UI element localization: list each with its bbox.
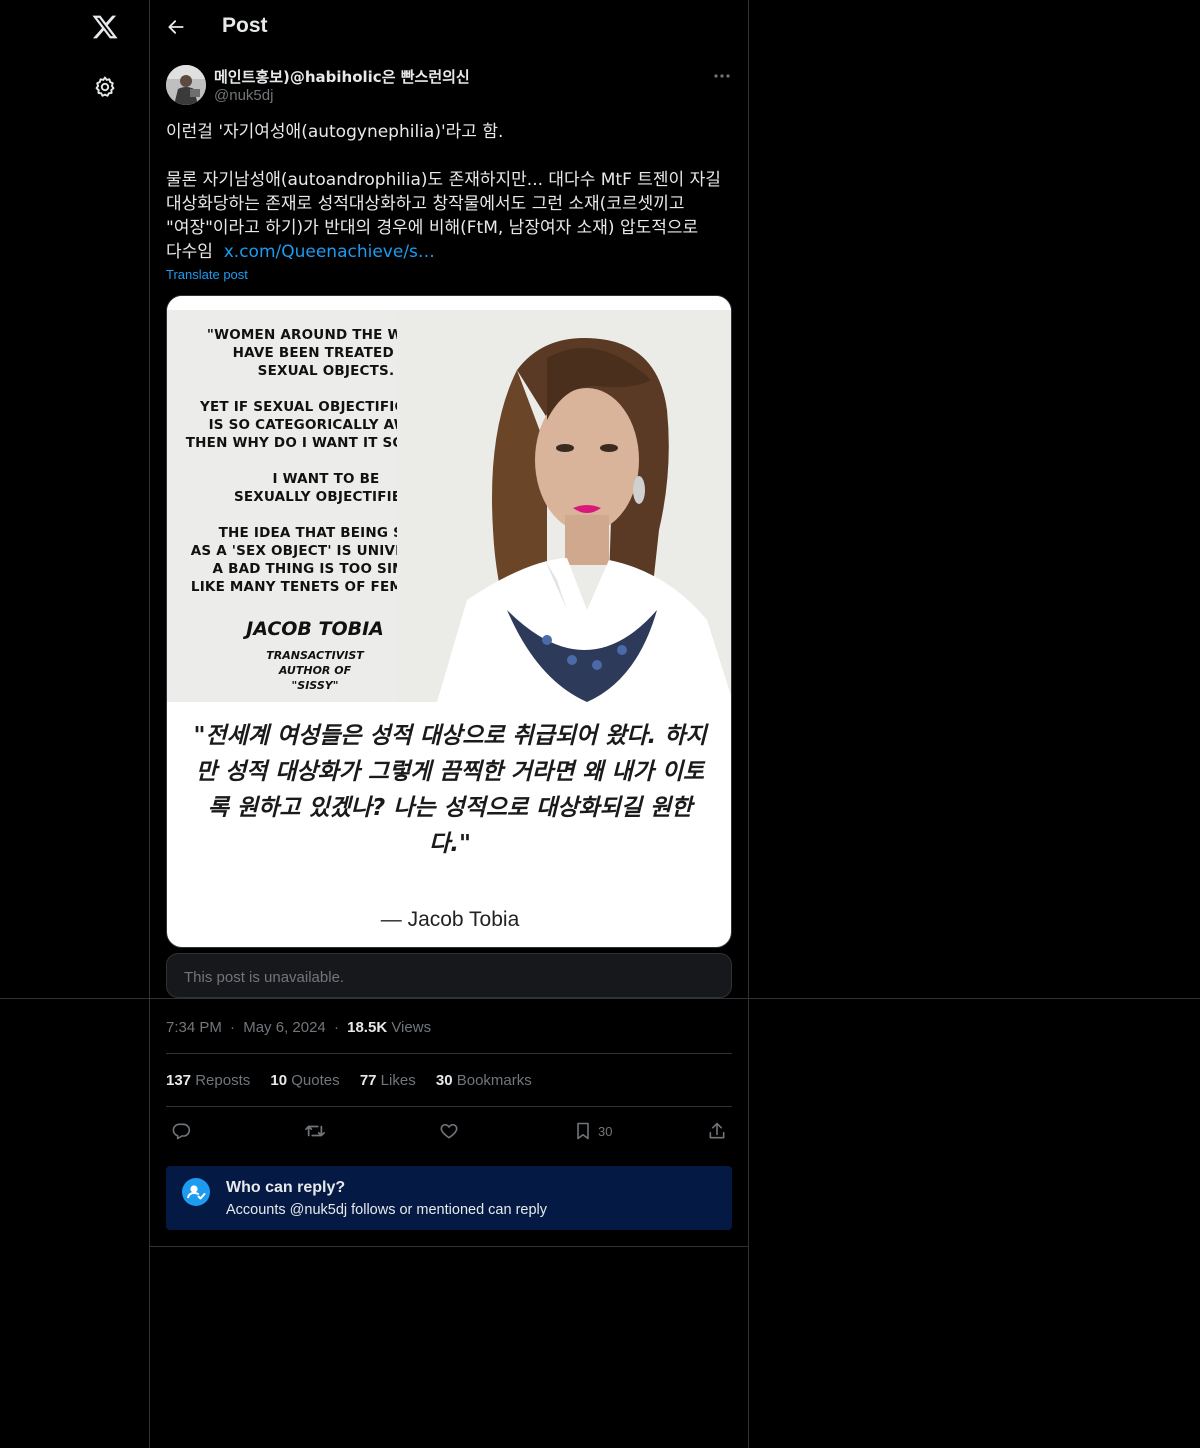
page-title: Post: [222, 14, 268, 37]
avatar[interactable]: [166, 65, 206, 105]
post-text-line: 물론 자기남성애(autoandrophilia)도 존재하지만... 대다수 …: [166, 170, 721, 190]
right-column-divider: [748, 0, 749, 1448]
portrait-photo: [397, 310, 731, 702]
reply-icon[interactable]: [171, 1121, 191, 1141]
post-text: 이런걸 '자기여성애(autogynephilia)'라고 함. 물론 자기남성…: [166, 120, 736, 264]
meta-divider: [166, 1053, 732, 1054]
back-arrow-icon[interactable]: [166, 17, 186, 37]
author-display-name[interactable]: 메인트홍보)@habiholic은 빤스런의신: [214, 66, 470, 87]
views-count: 18.5K: [347, 1019, 388, 1036]
korean-quote-line: 만 성적 대상화가 그렇게 끔찍한 거라면 왜 내가 이토: [195, 759, 705, 785]
quote-author-name: JACOB TOBIA: [246, 618, 384, 640]
meta-separator: ·: [333, 1019, 339, 1036]
quotes-label: Quotes: [291, 1072, 340, 1089]
post-text-line: 대상화당하는 존재로 성적대상화하고 창작물에서도 그런 소재(코르셋끼고: [166, 194, 685, 214]
meta-separator: ·: [230, 1019, 236, 1036]
reposts-stat[interactable]: 137 Reposts: [166, 1072, 250, 1089]
post-date[interactable]: May 6, 2024: [243, 1019, 326, 1036]
quote-author-sub-line: AUTHOR OF: [278, 664, 352, 677]
bookmarks-label: Bookmarks: [456, 1072, 532, 1089]
bookmark-count: 30: [598, 1124, 613, 1139]
korean-quote-line: 다.": [429, 831, 471, 857]
who-can-reply-title: Who can reply?: [226, 1179, 346, 1196]
share-icon[interactable]: [707, 1121, 727, 1141]
views-label: Views: [391, 1019, 432, 1036]
x-logo-icon[interactable]: [91, 13, 119, 41]
likes-label: Likes: [380, 1072, 416, 1089]
post-text-line: 이런걸 '자기여성애(autogynephilia)'라고 함.: [166, 122, 504, 142]
post-link[interactable]: x.com/Queenachieve/s…: [224, 242, 435, 262]
reposts-count: 137: [166, 1072, 192, 1089]
image-top-margin: [167, 296, 731, 310]
quote-author-sub: TRANSACTIVIST AUTHOR OF "SISSY": [225, 648, 405, 693]
who-can-reply-box: Who can reply? Accounts @nuk5dj follows …: [166, 1166, 732, 1230]
reposts-label: Reposts: [195, 1072, 251, 1089]
like-icon[interactable]: [439, 1121, 459, 1141]
quotes-stat[interactable]: 10 Quotes: [270, 1072, 339, 1089]
post-meta: 7:34 PM · May 6, 2024 · 18.5K Views: [166, 1019, 431, 1036]
left-column-divider: [149, 0, 150, 1448]
more-icon[interactable]: [712, 66, 732, 86]
post-bottom-divider: [150, 1246, 748, 1247]
bookmarks-count: 30: [435, 1072, 453, 1089]
korean-quote-block: "전세계 여성들은 성적 대상으로 취급되어 왔다. 하지만 성적 대상화가 그…: [167, 716, 731, 876]
post-text-last-prefix: 다수임: [166, 242, 213, 262]
korean-quote-line: "전세계 여성들은 성적 대상으로 취급되어 왔다. 하지: [193, 723, 707, 749]
likes-stat[interactable]: 77 Likes: [360, 1072, 416, 1089]
translate-post-link[interactable]: Translate post: [166, 267, 248, 282]
quote-attribution: — Jacob Tobia: [380, 908, 520, 931]
quotes-count: 10: [270, 1072, 288, 1089]
bookmark-icon[interactable]: [573, 1121, 593, 1141]
stats-divider: [166, 1106, 732, 1107]
quote-author-sub-line: TRANSACTIVIST: [266, 649, 364, 662]
viewport-divider: [0, 998, 1200, 999]
who-can-reply-body: Accounts @nuk5dj follows or mentioned ca…: [226, 1202, 547, 1218]
repost-icon[interactable]: [304, 1121, 326, 1141]
settings-gear-icon[interactable]: [93, 75, 117, 99]
bookmarks-stat[interactable]: 30 Bookmarks: [436, 1072, 532, 1089]
post-text-last-line: 다수임 x.com/Queenachieve/s…: [166, 240, 736, 264]
quote-author-sub-line: "SISSY": [291, 679, 339, 692]
unavailable-text: This post is unavailable.: [184, 969, 345, 986]
korean-quote-line: 록 원하고 있겠나? 나는 성적으로 대상화되길 원한: [207, 795, 693, 821]
engagement-stats: 137 Reposts 10 Quotes 77 Likes 30 Bookma…: [166, 1072, 532, 1089]
post-time[interactable]: 7:34 PM: [166, 1019, 222, 1036]
unavailable-quote-box: This post is unavailable.: [166, 953, 732, 998]
likes-count: 77: [359, 1072, 377, 1089]
author-handle[interactable]: @nuk5dj: [214, 87, 273, 104]
post-image[interactable]: "WOMEN AROUND THE WORLD HAVE BEEN TREATED…: [166, 295, 732, 948]
image-photo-panel: "WOMEN AROUND THE WORLD HAVE BEEN TREATED…: [167, 310, 731, 702]
person-check-icon: [182, 1178, 210, 1206]
post-text-line: "여장"이라고 하기)가 반대의 경우에 비해(FtM, 남장여자 소재) 압도…: [166, 218, 699, 238]
